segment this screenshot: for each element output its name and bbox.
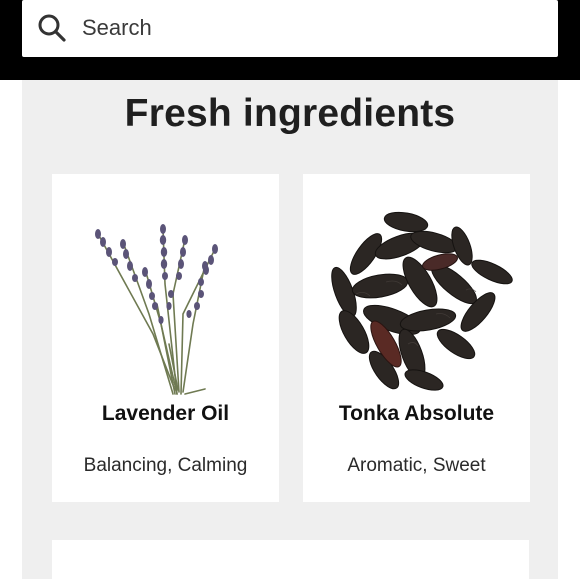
ingredient-card-tonka[interactable]: Tonka Absolute Aromatic, Sweet	[303, 174, 530, 502]
section-title: Fresh ingredients	[124, 92, 456, 135]
ingredient-card-lavender[interactable]: Lavender Oil Balancing, Calming	[52, 174, 279, 502]
ingredient-name: Lavender Oil	[101, 402, 230, 425]
search-box[interactable]	[22, 0, 558, 57]
ingredients-section: Fresh ingredients Lavender Oil Balancing…	[22, 80, 558, 585]
search-icon[interactable]	[36, 12, 68, 44]
lavender-image	[65, 194, 266, 399]
next-card-partial[interactable]	[52, 540, 529, 585]
ingredient-description: Aromatic, Sweet	[347, 455, 486, 476]
search-input[interactable]	[82, 10, 542, 46]
ingredient-name: Tonka Absolute	[338, 402, 495, 425]
ingredient-description: Balancing, Calming	[83, 455, 248, 476]
tonka-image	[316, 194, 517, 399]
top-bar	[0, 0, 580, 80]
